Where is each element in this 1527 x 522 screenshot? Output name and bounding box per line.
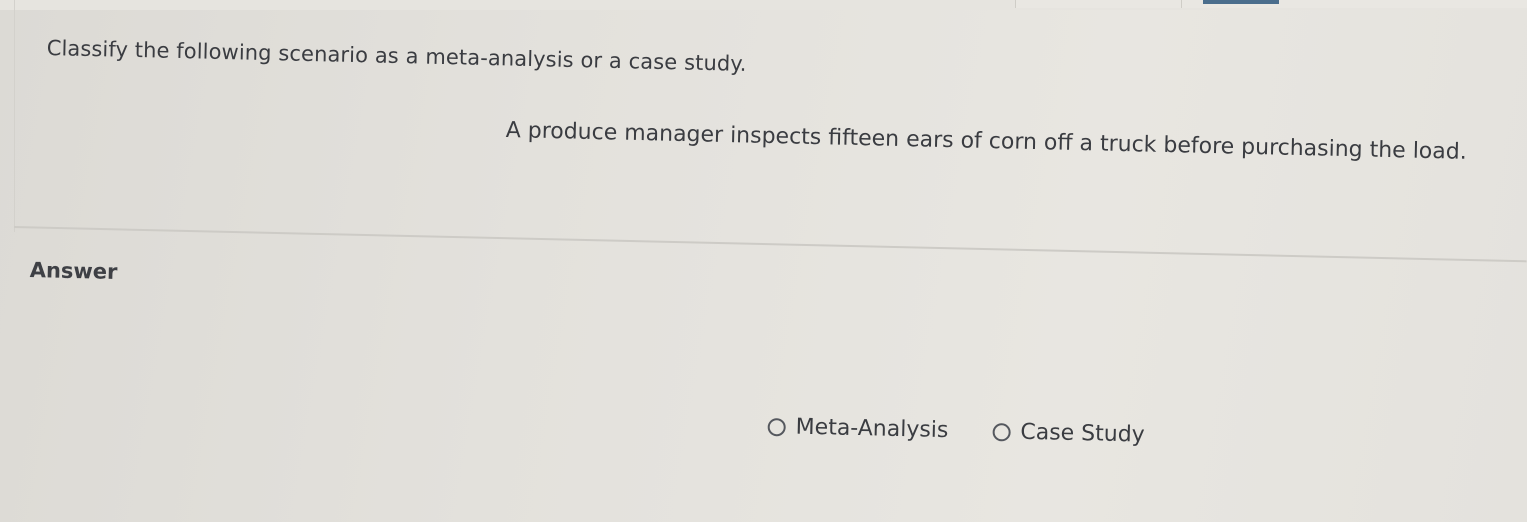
option-meta-analysis[interactable]: Meta-Analysis [767,414,949,444]
radio-button-case-study[interactable] [992,422,1011,442]
question-panel [14,0,1527,232]
option-label: Meta-Analysis [795,414,949,444]
radio-button-meta-analysis[interactable] [767,417,786,436]
option-label: Case Study [1020,419,1145,448]
option-case-study[interactable]: Case Study [992,419,1145,448]
answer-label: Answer [29,258,118,284]
answer-choices: Meta-Analysis Case Study [767,414,1145,448]
